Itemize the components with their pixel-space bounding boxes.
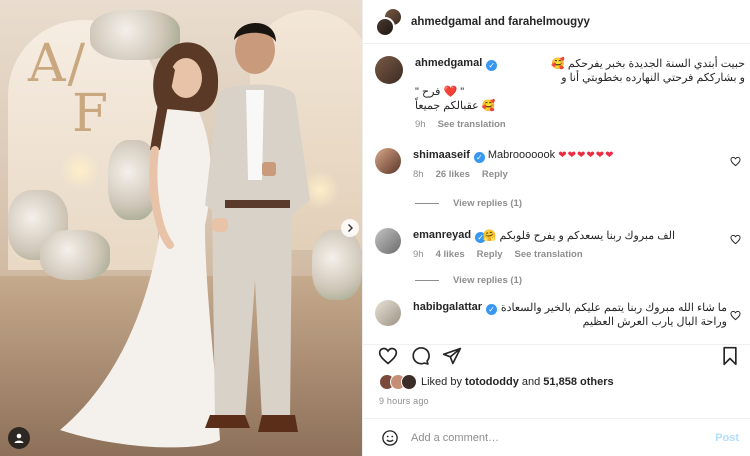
comment-username[interactable]: shimaaseif [413, 149, 470, 161]
avatar[interactable] [375, 148, 401, 174]
comment-time[interactable]: 9h [413, 249, 424, 260]
comment-button[interactable] [409, 345, 431, 367]
verified-icon: ✓ [473, 152, 485, 163]
caption-line: و بشارككم فرحتي النهارده بخطوبتي أنا و [561, 72, 745, 84]
avatar[interactable] [375, 228, 401, 254]
likes-count[interactable]: 51,858 others [543, 376, 613, 388]
verified-icon: ✓ [486, 60, 498, 71]
emoji-button[interactable] [379, 427, 401, 449]
caption: ahmedgamal ✓ حبيت أبتدي السنة الجديدة بخب… [375, 56, 745, 130]
user-icon [14, 433, 24, 443]
caption-time[interactable]: 9h [415, 119, 426, 130]
heart-outline-icon [730, 234, 741, 245]
heart-outline-icon [730, 156, 741, 167]
likes-and: and [521, 376, 541, 388]
post-comment-button[interactable]: Post [715, 432, 739, 444]
verified-icon: ✓ [486, 304, 498, 315]
like-comment-button[interactable] [730, 310, 741, 324]
avatar[interactable] [375, 56, 403, 84]
comment-username[interactable]: emanreyad [413, 229, 471, 241]
see-translation-link[interactable]: See translation [515, 249, 583, 260]
next-image-button[interactable] [341, 219, 359, 237]
post-actions [363, 344, 750, 370]
comment-icon [412, 347, 430, 365]
like-comment-button[interactable] [730, 156, 741, 170]
heart-outline-icon [730, 310, 741, 321]
add-comment-bar: Post [363, 418, 750, 456]
comment-text: Mabrooooook [487, 149, 556, 161]
comment: emanreyad ✓ الف مبروك ربنا يسعدكم و يفرح … [375, 228, 745, 260]
post-photo[interactable]: A/F [0, 0, 362, 456]
comment-username[interactable]: habibgalattar [413, 301, 482, 313]
view-replies-button[interactable]: View replies (1) [415, 275, 522, 286]
reply-button[interactable]: Reply [482, 169, 508, 180]
comment-text: وراحة البال يارب العرش العظيم [582, 316, 727, 328]
chevron-right-icon [348, 224, 353, 232]
comments-list: ahmedgamal ✓ حبيت أبتدي السنة الجديدة بخب… [363, 44, 750, 344]
collab-avatars[interactable] [375, 6, 407, 37]
tagged-users-button[interactable] [8, 427, 30, 449]
likes-summary: Liked by totododdy and 51,858 others [379, 374, 614, 390]
bookmark-icon [723, 346, 737, 366]
couple-illustration [60, 23, 310, 448]
post-details-panel: ahmedgamal and farahelmougyy ahmedgamal ✓… [362, 0, 750, 456]
caption-username[interactable]: ahmedgamal [415, 57, 482, 69]
likes-prefix: Liked by [421, 376, 462, 388]
post-header: ahmedgamal and farahelmougyy [363, 0, 750, 44]
caption-line: " فرح ❤️ " [415, 86, 465, 98]
avatar[interactable] [375, 300, 401, 326]
post-time[interactable]: 9 hours ago [379, 396, 429, 406]
see-translation-link[interactable]: See translation [438, 119, 506, 130]
comment-input[interactable] [411, 431, 716, 444]
like-comment-button[interactable] [730, 234, 741, 248]
likes-user[interactable]: totododdy [465, 376, 519, 388]
save-button[interactable] [719, 345, 741, 367]
post-author-title[interactable]: ahmedgamal and farahelmougyy [411, 16, 590, 28]
caption-line: عقبالكم جميعاً 🥰 [415, 100, 496, 112]
comment-time[interactable]: 8h [413, 169, 424, 180]
paper-plane-icon [442, 347, 462, 365]
comment: shimaaseif ✓ Mabrooooook ❤❤❤❤❤❤ 8h 26 likes… [375, 148, 745, 180]
like-button[interactable] [377, 345, 399, 367]
comment-hearts: ❤❤❤❤❤❤ [558, 150, 615, 161]
view-replies-button[interactable]: View replies (1) [415, 198, 522, 209]
reply-button[interactable]: Reply [477, 249, 503, 260]
comment: habibgalattar ✓ ما شاء الله مبروك ربنا يت… [375, 300, 745, 329]
share-button[interactable] [441, 345, 463, 367]
comment-likes[interactable]: 4 likes [436, 249, 465, 260]
comment-likes[interactable]: 26 likes [436, 169, 470, 180]
heart-icon [378, 347, 398, 365]
liker-avatars[interactable] [379, 374, 417, 390]
avatar[interactable] [375, 16, 395, 37]
smiley-icon [382, 429, 398, 446]
